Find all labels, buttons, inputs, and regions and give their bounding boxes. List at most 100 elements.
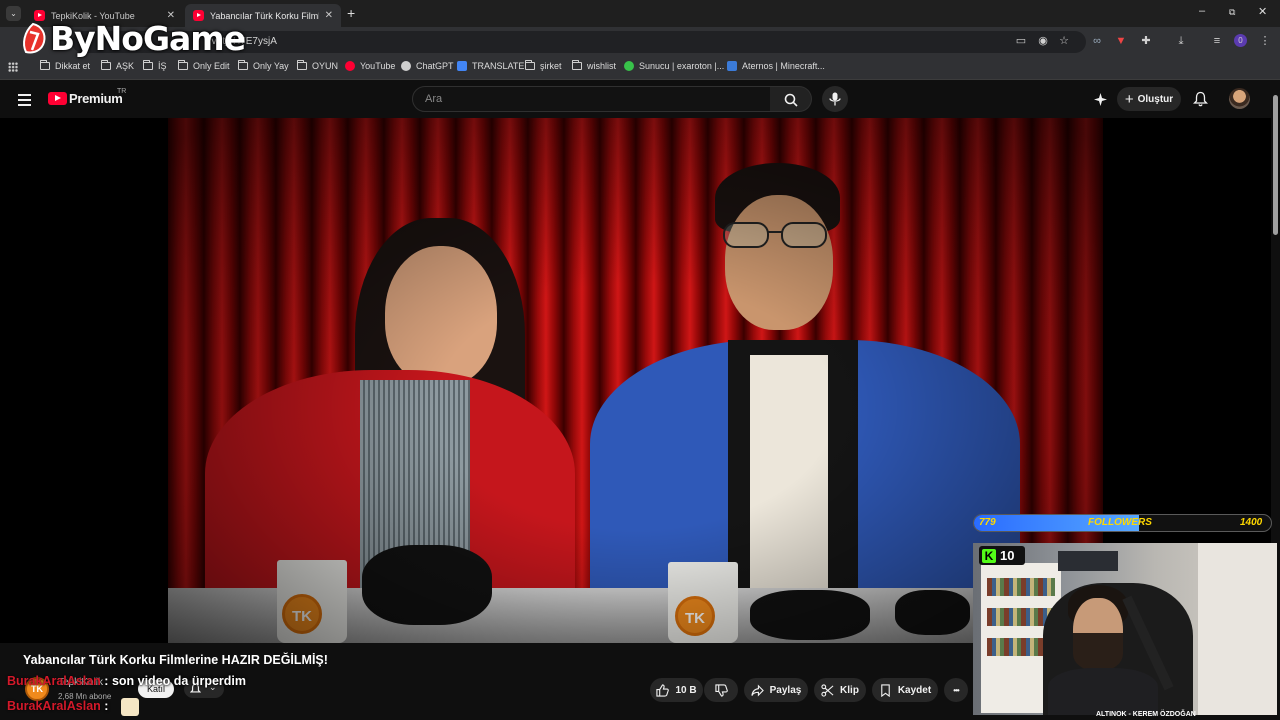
share-label: Paylaş: [769, 684, 802, 696]
create-sparkle-icon[interactable]: [1093, 92, 1108, 107]
youtube-logo-icon[interactable]: [48, 92, 67, 105]
bookmark-label: Only Yay: [253, 61, 289, 71]
share-button[interactable]: Paylaş: [744, 678, 808, 702]
bynogame-logo-icon: [23, 22, 46, 54]
bookmark-is[interactable]: İŞ: [143, 60, 167, 71]
bookmark-translate[interactable]: TRANSLATE: [457, 61, 524, 71]
youtube-premium-label[interactable]: Premium: [69, 91, 123, 106]
bookmark-wishlist[interactable]: wishlist: [572, 60, 617, 71]
thumbs-up-icon: [656, 683, 670, 697]
puzzle-icon[interactable]: ✚: [1139, 34, 1153, 48]
thumbs-down-icon: [714, 683, 728, 697]
folder-icon: [238, 60, 248, 70]
folder-icon: [178, 60, 188, 70]
close-window-button[interactable]: ✕: [1258, 5, 1267, 18]
bookmark-ask[interactable]: AŞK: [101, 60, 135, 71]
kick-logo-icon: K: [982, 548, 996, 563]
bookmark-label: Dikkat et: [55, 61, 91, 71]
region-code: TR: [117, 88, 127, 95]
bookmark-youtube[interactable]: YouTube: [345, 61, 395, 71]
youtube-favicon-icon: [34, 10, 45, 21]
tab-close-icon[interactable]: ✕: [325, 10, 333, 21]
folder-icon: [143, 60, 153, 70]
books: [987, 578, 1055, 596]
bookmark-chatgpt[interactable]: ChatGPT: [401, 61, 454, 71]
plus-icon: +: [1124, 90, 1134, 108]
streamer-webcam: [973, 543, 1277, 715]
microphone-icon: [829, 92, 841, 106]
bookmark-aternos[interactable]: Aternos | Minecraft...: [727, 61, 825, 71]
dislike-button[interactable]: [704, 678, 738, 702]
bookmark-exaroton[interactable]: Sunucu | exaroton |...: [624, 61, 724, 71]
bookmark-label: AŞK: [116, 61, 135, 71]
save-label: Kaydet: [897, 684, 932, 696]
bookmark-label: şirket: [540, 61, 562, 71]
monitor: [1058, 551, 1118, 571]
bookmark-label: wishlist: [587, 61, 617, 71]
chat-message: BurakAralAslan :: [7, 699, 108, 713]
chat-username: BurakAralAslan: [7, 699, 101, 713]
bookmark-label: YouTube: [360, 61, 396, 71]
follower-goal: 1400: [1240, 517, 1263, 528]
clip-button[interactable]: Klip: [814, 678, 866, 702]
new-tab-button[interactable]: +: [347, 5, 355, 21]
kick-viewer-badge: K 10: [979, 546, 1025, 565]
tab-search-button[interactable]: ⌄: [6, 6, 21, 21]
folder-icon: [40, 60, 50, 70]
menu-kebab-icon[interactable]: ⋮: [1258, 34, 1272, 48]
more-actions-button[interactable]: •••: [944, 678, 968, 702]
install-app-icon[interactable]: ▭: [1014, 34, 1028, 48]
kick-viewer-count: 10: [1000, 548, 1015, 563]
bookmark-label: Sunucu | exaroton |...: [639, 61, 725, 71]
streamer-beard: [1073, 633, 1123, 671]
folder-icon: [572, 60, 582, 70]
chatgpt-icon: [401, 61, 411, 71]
chat-username: BurakAralAslan: [7, 674, 101, 688]
voice-search-button[interactable]: [822, 86, 848, 112]
bookmark-label: Only Edit: [193, 61, 230, 71]
menu-hamburger-icon[interactable]: [18, 94, 31, 109]
share-arrow-icon: [751, 684, 764, 696]
aternos-icon: [727, 61, 737, 71]
bookmark-oyun[interactable]: OYUN: [297, 60, 339, 71]
download-icon[interactable]: ⤓: [1174, 34, 1188, 48]
search-button[interactable]: [770, 86, 812, 112]
bookmark-star-icon[interactable]: ☆: [1057, 34, 1071, 48]
save-button[interactable]: Kaydet: [872, 678, 938, 702]
maximize-button[interactable]: ⧉: [1229, 7, 1235, 18]
chat-separator: :: [104, 699, 109, 713]
bookmark-label: İŞ: [158, 61, 167, 71]
clip-label: Klip: [840, 684, 859, 696]
translate-icon: [457, 61, 467, 71]
bookmark-label: OYUN: [312, 61, 339, 71]
video-vignette: [168, 118, 1103, 643]
minimize-button[interactable]: –: [1199, 5, 1205, 17]
scrollbar-thumb[interactable]: [1273, 95, 1278, 235]
chat-message: BurakAralAslan : son video da ürperdim: [7, 674, 246, 688]
bookmark-dikkat-et[interactable]: Dikkat et: [40, 60, 91, 71]
account-avatar[interactable]: [1229, 88, 1250, 109]
folder-icon: [525, 60, 535, 70]
bynogame-watermark: ByNoGame: [50, 19, 246, 58]
media-control-icon[interactable]: ≡: [1210, 34, 1224, 48]
bookmark-icon: [881, 683, 890, 697]
chat-separator: :: [104, 674, 109, 688]
create-label: Oluştur: [1137, 93, 1174, 105]
extension-icon[interactable]: ▼: [1114, 34, 1128, 48]
bookmark-only-yay[interactable]: Only Yay: [238, 60, 289, 71]
profile-icon[interactable]: 0: [1234, 34, 1247, 47]
create-button[interactable]: + Oluştur: [1117, 87, 1181, 111]
chat-text: son video da ürperdim: [111, 674, 246, 688]
apps-grid-icon[interactable]: [8, 62, 18, 72]
follower-label: FOLLOWERS: [1088, 517, 1152, 528]
bookmark-only-edit[interactable]: Only Edit: [178, 60, 230, 71]
eye-off-icon[interactable]: ◉: [1036, 34, 1050, 48]
notifications-bell-icon[interactable]: [1193, 91, 1208, 107]
search-icon: [784, 93, 798, 107]
like-button[interactable]: 10 B: [650, 678, 703, 702]
video-title: Yabancılar Türk Korku Filmlerine HAZIR D…: [23, 653, 328, 667]
bookmark-sirket[interactable]: şirket: [525, 60, 562, 71]
extension-icon[interactable]: ∞: [1090, 34, 1104, 48]
bookmark-label: Aternos | Minecraft...: [742, 61, 825, 71]
search-input[interactable]: Ara: [412, 86, 771, 112]
